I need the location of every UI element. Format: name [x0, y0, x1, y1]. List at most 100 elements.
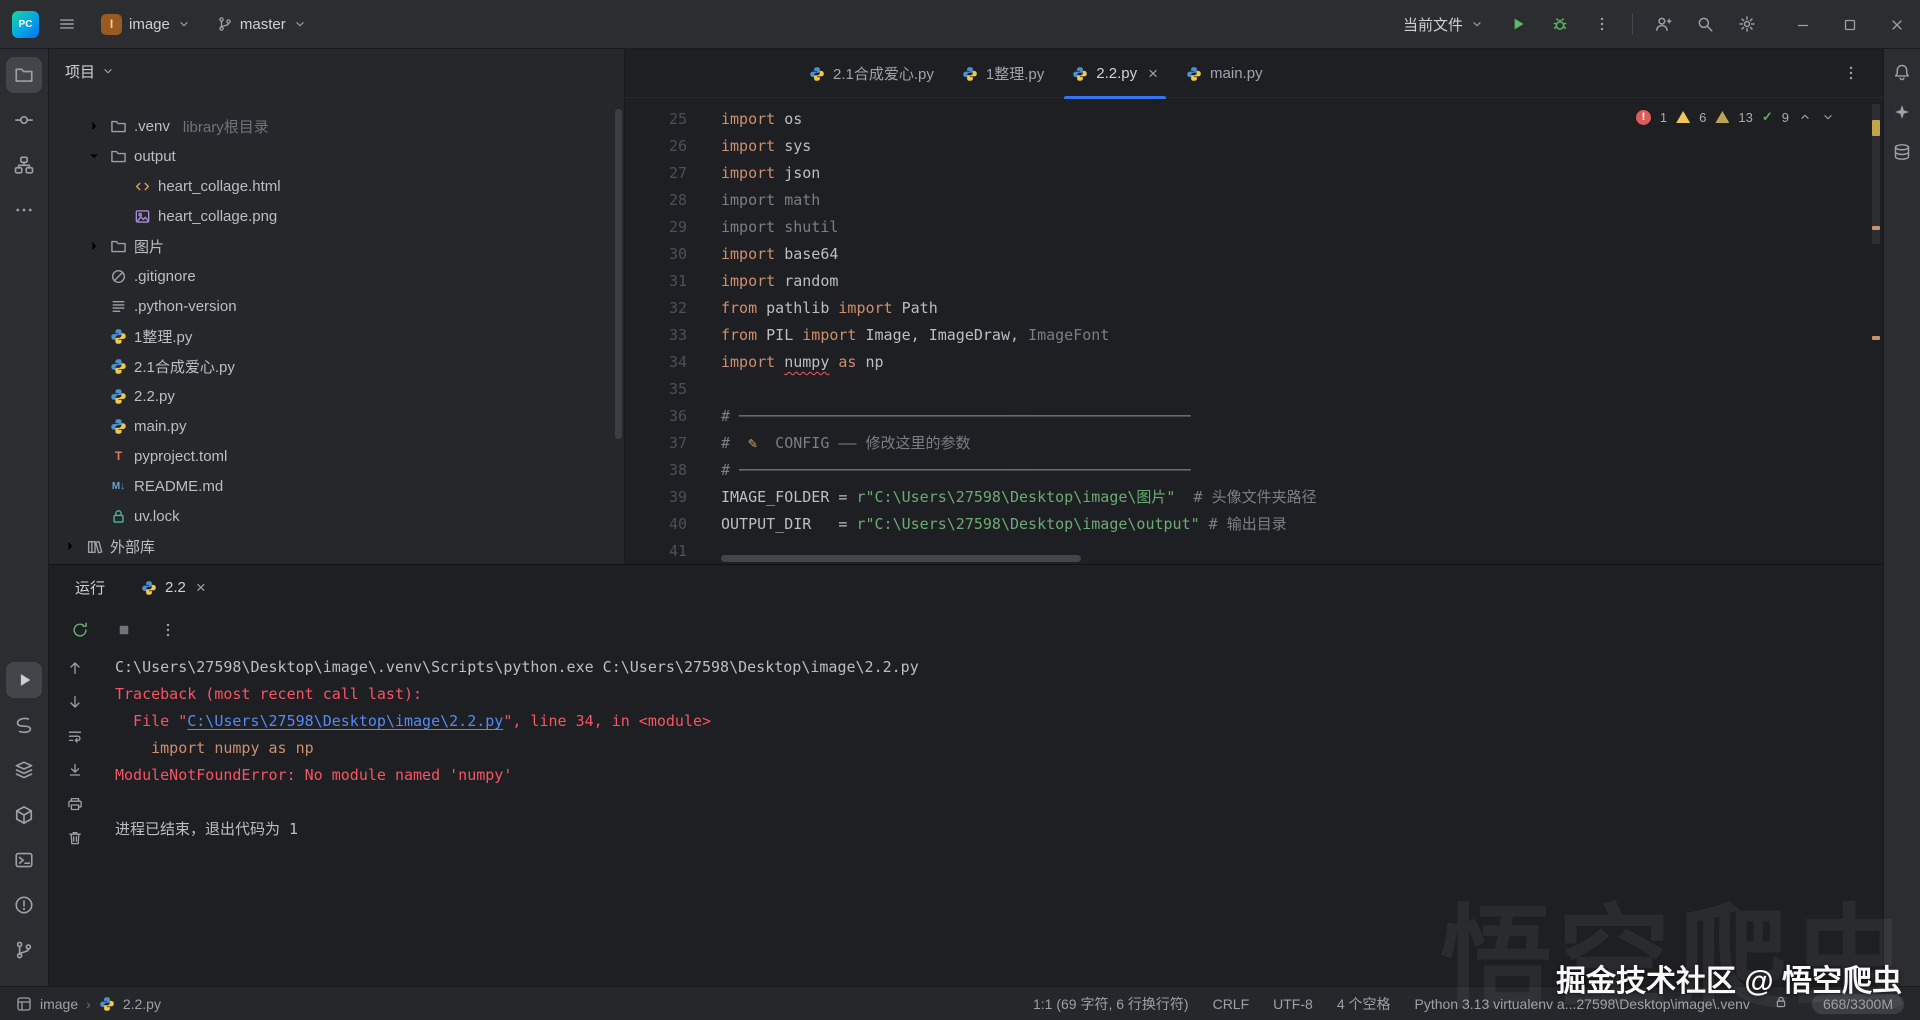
code-with-me-button[interactable] [1645, 6, 1681, 42]
code-editor[interactable]: 25 import os 26 import sys 27 import json 28 im… [625, 98, 1883, 564]
code-text: # ✎ CONFIG —— 修改这里的参数 [721, 434, 971, 452]
error-stripe[interactable] [1869, 98, 1883, 564]
toolwindow-more-tool-windows-button[interactable] [6, 192, 42, 228]
status-memory[interactable]: 668/3300M [1811, 993, 1904, 1014]
toolwindow-project-button[interactable] [6, 57, 42, 93]
traceback-file-link[interactable]: C:\Users\27598\Desktop\image\2.2.py [187, 712, 503, 730]
right-tool-strip [1883, 49, 1920, 986]
toolwindow-structure-button[interactable] [6, 147, 42, 183]
editor-tab[interactable]: 2.2.py × [1058, 49, 1172, 99]
tree-item[interactable]: heart_collage.html [49, 171, 624, 201]
project-widget[interactable]: I image [91, 7, 201, 42]
notifications-button[interactable] [1887, 57, 1917, 87]
scroll-to-bottom-button[interactable] [62, 688, 89, 715]
status-encoding[interactable]: UTF-8 [1273, 996, 1313, 1012]
stop-button[interactable] [109, 615, 139, 645]
run-button[interactable] [1500, 6, 1536, 42]
tree-item[interactable]: 1整理.py [49, 321, 624, 351]
debug-bug-icon [1551, 15, 1569, 33]
soft-wrap-button[interactable] [62, 722, 89, 749]
close-button[interactable] [1873, 0, 1920, 49]
line-number: 29 [668, 218, 687, 236]
project-name: image [129, 15, 170, 33]
toolwindow-run-button[interactable] [6, 662, 42, 698]
toolwindow-terminal-button[interactable] [6, 842, 42, 878]
toolwindow-python-console-button[interactable] [6, 707, 42, 743]
scroll-to-bottom-icon [67, 694, 83, 710]
python-icon [141, 580, 157, 596]
next-problem-icon[interactable] [1821, 110, 1835, 124]
code-text: OUTPUT_DIR = r"C:\Users\27598\Desktop\im… [721, 515, 1287, 533]
scroll-to-end-button[interactable] [62, 756, 89, 783]
chevron-down-icon [293, 17, 307, 31]
clear-console-button[interactable] [62, 824, 89, 851]
project-panel-header[interactable]: 项目 [49, 49, 624, 93]
file-ignore-icon [110, 268, 127, 285]
project-scrollbar[interactable] [615, 109, 622, 439]
tree-item[interactable]: output [49, 141, 624, 171]
toolwindow-commit-button[interactable] [6, 102, 42, 138]
tab-options-button[interactable] [1833, 55, 1869, 91]
tree-item[interactable]: .gitignore [49, 261, 624, 291]
previous-problem-icon[interactable] [1798, 110, 1812, 124]
run-console[interactable]: C:\Users\27598\Desktop\image\.venv\Scrip… [101, 650, 1883, 986]
tab-close-icon[interactable]: × [1148, 65, 1158, 82]
console-line: import numpy as np [115, 739, 314, 757]
tree-item[interactable]: Tpyproject.toml [49, 441, 624, 471]
ai-assistant-icon [1893, 103, 1911, 121]
status-read-lock[interactable] [1774, 995, 1788, 1012]
console-line: File "C:\Users\27598\Desktop\image\2.2.p… [115, 712, 712, 730]
minimize-button[interactable] [1779, 0, 1826, 49]
tree-item[interactable]: M↓ README.md [49, 471, 624, 501]
horizontal-scrollbar[interactable] [721, 555, 1081, 562]
code-line: 35 [625, 376, 1883, 403]
tree-item[interactable]: 2.2.py [49, 381, 624, 411]
toolwindow-services-button[interactable] [6, 752, 42, 788]
status-indent[interactable]: 4 个空格 [1337, 994, 1391, 1014]
status-interpreter[interactable]: Python 3.13 virtualenv a...27598\Desktop… [1415, 996, 1750, 1012]
print-button[interactable] [62, 790, 89, 817]
tree-item-label: heart_collage.png [158, 207, 278, 225]
vcs-widget[interactable]: master [207, 7, 317, 42]
rerun-button[interactable] [65, 615, 95, 645]
database-button[interactable] [1887, 137, 1917, 167]
run-tab-close-icon[interactable]: × [196, 578, 206, 598]
tree-item[interactable]: 图片 [49, 231, 624, 261]
toolwindow-python-packages-button[interactable] [6, 797, 42, 833]
maximize-button[interactable] [1826, 0, 1873, 49]
tree-item[interactable]: 2.1合成爱心.py [49, 351, 624, 381]
toolwindow-problems-button[interactable] [6, 887, 42, 923]
tree-item[interactable]: .python-version [49, 291, 624, 321]
tree-item[interactable]: main.py [49, 411, 624, 441]
editor-tabs: 2.1合成爱心.py 1整理.py 2.2.py × main.py [625, 49, 1883, 99]
more-options-button[interactable] [153, 615, 183, 645]
editor-tab[interactable]: main.py [1172, 49, 1277, 98]
breadcrumb: image › 2.2.py [16, 996, 161, 1012]
tree-item[interactable]: .venv library根目录 [49, 111, 624, 141]
scroll-to-top-button[interactable] [62, 654, 89, 681]
status-line-separator[interactable]: CRLF [1213, 996, 1250, 1012]
ai-assistant-button[interactable] [1887, 97, 1917, 127]
editor-tab[interactable]: 1整理.py [948, 49, 1058, 98]
tree-item[interactable]: 外部库 [49, 531, 624, 561]
tree-item[interactable]: uv.lock [49, 501, 624, 531]
editor-tab[interactable]: 2.1合成爱心.py [795, 49, 948, 98]
settings-button[interactable] [1729, 6, 1765, 42]
breadcrumb-file[interactable]: 2.2.py [123, 996, 161, 1012]
main-menu-button[interactable] [49, 6, 85, 42]
toolwindow-version-control-button[interactable] [6, 932, 42, 968]
run-tab[interactable]: 2.2 × [133, 565, 214, 610]
breadcrumb-project[interactable]: image [40, 996, 78, 1012]
tree-item[interactable]: heart_collage.png [49, 201, 624, 231]
weak-warning-icon [1715, 111, 1730, 123]
code-text: import shutil [721, 218, 839, 236]
status-caret-position[interactable]: 1:1 (69 字符, 6 行换行符) [1033, 994, 1189, 1014]
run-configuration-selector[interactable]: 当前文件 [1393, 7, 1494, 42]
code-line: 26 import sys [625, 133, 1883, 160]
code-text: IMAGE_FOLDER = r"C:\Users\27598\Desktop\… [721, 488, 1317, 506]
inspections-widget[interactable]: ! 1 6 13 ✓ 9 [1627, 106, 1843, 128]
search-everywhere-button[interactable] [1687, 6, 1723, 42]
more-actions-button[interactable] [1584, 6, 1620, 42]
file-folder-icon [110, 238, 127, 255]
debug-button[interactable] [1542, 6, 1578, 42]
